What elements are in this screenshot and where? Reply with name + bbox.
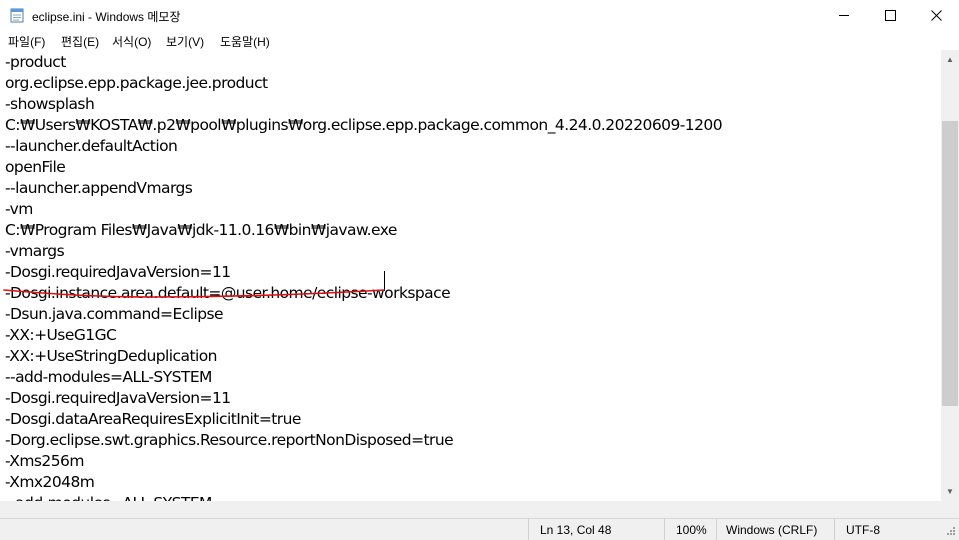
resize-grip-icon[interactable] [944, 526, 956, 538]
menu-file[interactable]: 파일(F) [8, 33, 45, 50]
editor-line: openFile [5, 158, 66, 176]
editor-line: -XX:+UseG1GC [5, 326, 117, 344]
status-divider [528, 519, 529, 540]
editor-line: -Xmx2048m [5, 473, 95, 491]
title-bar[interactable]: eclipse.ini - Windows 메모장 [0, 0, 959, 31]
scrollbar-corner [941, 501, 959, 518]
red-underline-annotation [3, 289, 385, 298]
editor-line: -Dosgi.requiredJavaVersion=11 [5, 389, 231, 407]
editor-line: -Xms256m [5, 452, 84, 470]
editor-line: -vmargs [5, 242, 65, 260]
window-title: eclipse.ini - Windows 메모장 [32, 10, 181, 24]
menu-format[interactable]: 서식(O) [112, 33, 151, 50]
editor-line: -Dsun.java.command=Eclipse [5, 305, 224, 323]
maximize-icon [884, 9, 896, 21]
editor-line: -showsplash [5, 95, 95, 113]
encoding: UTF-8 [846, 523, 880, 537]
minimize-icon [838, 14, 849, 16]
editor-line: --add-modules=ALL-SYSTEM [5, 493, 212, 501]
status-divider [664, 519, 665, 540]
editor-line: --launcher.appendVmargs [5, 179, 193, 197]
status-divider [834, 519, 835, 540]
vertical-scroll-thumb[interactable] [942, 121, 958, 406]
line-ending: Windows (CRLF) [726, 523, 818, 537]
notepad-icon [10, 8, 24, 23]
editor-line: -Dorg.eclipse.swt.graphics.Resource.repo… [5, 431, 454, 449]
close-icon [930, 9, 942, 21]
minimize-button[interactable] [821, 0, 867, 30]
editor-line: -product [5, 53, 66, 71]
editor-line: C:₩Users₩KOSTA₩.p2₩pool₩plugins₩org.ecli… [5, 116, 723, 134]
horizontal-scrollbar[interactable] [0, 501, 941, 518]
editor-line: --launcher.defaultAction [5, 137, 178, 155]
zoom-level: 100% [676, 523, 707, 537]
cursor-position: Ln 13, Col 48 [540, 523, 612, 537]
editor-line: -Dosgi.dataAreaRequiresExplicitInit=true [5, 410, 301, 428]
menu-view[interactable]: 보기(V) [166, 33, 204, 50]
status-divider [716, 519, 717, 540]
editor-line-highlighted: C:₩Program Files₩Java₩jdk-11.0.16₩bin₩ja… [5, 221, 397, 239]
status-bar: Ln 13, Col 48 100% Windows (CRLF) UTF-8 [0, 518, 959, 540]
close-button[interactable] [913, 0, 959, 30]
editor-line: -Dosgi.requiredJavaVersion=11 [5, 263, 231, 281]
editor-line: -XX:+UseStringDeduplication [5, 347, 217, 365]
maximize-button[interactable] [867, 0, 913, 30]
editor-line: --add-modules=ALL-SYSTEM [5, 368, 212, 386]
text-editor[interactable]: -product org.eclipse.epp.package.jee.pro… [0, 50, 941, 501]
scroll-up-icon[interactable]: ▲ [941, 55, 959, 64]
menu-bar: 파일(F) 편집(E) 서식(O) 보기(V) 도움말(H) [0, 30, 959, 50]
menu-help[interactable]: 도움말(H) [220, 33, 270, 50]
scroll-down-icon[interactable]: ▼ [941, 487, 959, 496]
editor-line: org.eclipse.epp.package.jee.product [5, 74, 268, 92]
menu-edit[interactable]: 편집(E) [61, 33, 99, 50]
editor-line: -vm [5, 200, 33, 218]
